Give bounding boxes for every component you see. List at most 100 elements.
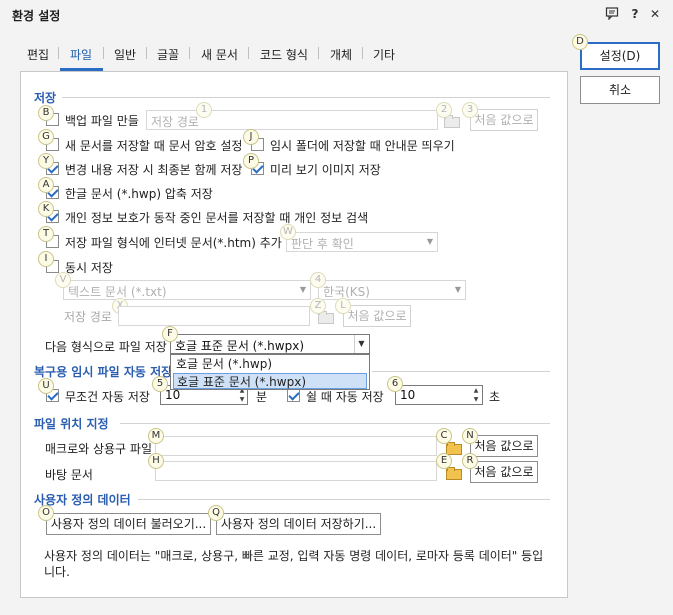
tab-file[interactable]: 파일 — [70, 46, 92, 63]
active-tab-indicator — [60, 68, 103, 71]
simul-default-button: 처음 값으로 — [343, 305, 411, 327]
title-bar — [0, 0, 673, 30]
key-hint: I — [38, 251, 54, 267]
minutes-unit: 분 — [256, 390, 268, 404]
key-hint: Y — [38, 153, 54, 169]
seconds-unit: 초 — [489, 390, 501, 404]
tab-font[interactable]: 글꼴 — [157, 46, 179, 63]
simul-save-label: 동시 저장 — [65, 261, 113, 275]
userdata-note: 사용자 정의 데이터는 "매크로, 상용구, 빠른 교정, 입력 자동 명령 데… — [44, 549, 544, 579]
folder-icon[interactable] — [446, 442, 462, 455]
key-hint: 4 — [310, 272, 326, 288]
close-icon[interactable]: ✕ — [647, 6, 663, 22]
ok-button[interactable]: 설정(D) — [580, 42, 660, 70]
divider — [372, 371, 550, 372]
key-hint: C — [436, 428, 452, 444]
key-hint: V — [55, 272, 71, 288]
background-doc-input — [155, 461, 437, 481]
key-hint: M — [148, 428, 164, 444]
tab-separator — [103, 47, 104, 59]
chevron-down-icon: ▼ — [426, 237, 434, 246]
key-hint: 6 — [387, 376, 403, 392]
macro-label: 매크로와 상용구 파일 — [45, 442, 152, 456]
key-hint: H — [148, 453, 164, 469]
final-save-label: 변경 내용 저장 시 최종본 함께 저장 — [65, 163, 243, 177]
save-userdata-button[interactable]: 사용자 정의 데이터 저장하기... — [216, 513, 381, 535]
background-doc-label: 바탕 문서 — [45, 468, 93, 482]
key-hint: J — [243, 129, 259, 145]
backup-default-button: 처음 값으로 — [470, 109, 538, 131]
section-save-title: 저장 — [34, 91, 57, 105]
background-default-button[interactable]: 처음 값으로 — [470, 461, 538, 483]
key-hint: A — [38, 177, 54, 193]
chevron-down-icon: ▼ — [299, 285, 307, 294]
comment-icon[interactable] — [604, 6, 620, 22]
dropdown-option-selected[interactable]: 호글 표준 문서 (*.hwpx) — [173, 373, 367, 389]
tab-separator — [362, 47, 363, 59]
key-hint: 2 — [436, 102, 452, 118]
compress-label: 한글 문서 (*.hwp) 압축 저장 — [65, 187, 213, 201]
key-hint: 5 — [152, 376, 168, 392]
divider — [62, 97, 550, 98]
tab-object[interactable]: 개체 — [330, 46, 352, 63]
section-location-title: 파일 위치 지정 — [34, 417, 109, 431]
tab-separator — [58, 47, 59, 59]
internet-doc-label: 저장 파일 형식에 인터넷 문서(*.htm) 추가 — [65, 236, 282, 250]
folder-icon[interactable] — [446, 467, 462, 480]
key-hint: B — [38, 105, 54, 121]
simul-path-label: 저장 경로 — [64, 310, 112, 324]
encrypt-label: 새 문서를 저장할 때 문서 암호 설정 — [65, 139, 243, 153]
chevron-down-icon: ▼ — [454, 285, 462, 294]
key-hint: N — [462, 428, 478, 444]
tab-separator — [248, 47, 249, 59]
idle-save-label: 쉴 때 자동 저장 — [306, 390, 384, 404]
tab-general[interactable]: 일반 — [114, 46, 136, 63]
spinner[interactable]: ▲ ▼ — [470, 386, 482, 404]
format-dropdown-list[interactable]: 호글 문서 (*.hwp) 호글 표준 문서 (*.hwpx) — [170, 354, 370, 390]
window-title: 환경 설정 — [12, 9, 61, 23]
key-hint: R — [462, 453, 478, 469]
tab-etc[interactable]: 기타 — [373, 46, 395, 63]
key-hint: 3 — [462, 102, 478, 118]
tab-separator — [146, 47, 147, 59]
key-hint: K — [38, 201, 54, 217]
key-hint: G — [38, 129, 54, 145]
dropdown-option[interactable]: 호글 문서 (*.hwp) — [173, 356, 367, 372]
tab-new-document[interactable]: 새 문서 — [201, 46, 238, 63]
tab-separator — [189, 47, 190, 59]
backup-path-input: 저장 경로 — [146, 110, 438, 130]
chevron-down-icon[interactable]: ▼ — [354, 335, 368, 353]
divider — [138, 499, 550, 500]
simul-code-combo: 한국(KS) — [318, 280, 466, 300]
macro-path-input — [155, 436, 437, 456]
key-hint: D — [572, 34, 588, 50]
help-icon[interactable]: ? — [627, 6, 643, 22]
tab-edit[interactable]: 편집 — [27, 46, 49, 63]
key-hint: Q — [208, 505, 224, 521]
key-hint: W — [280, 224, 296, 240]
next-format-combo[interactable]: 호글 표준 문서 (*.hwpx) — [170, 334, 370, 354]
backup-label: 백업 파일 만들 — [65, 114, 139, 128]
divider — [120, 423, 550, 424]
macro-default-button[interactable]: 처음 값으로 — [470, 435, 538, 457]
tab-code-format[interactable]: 코드 형식 — [260, 46, 308, 63]
key-hint: F — [162, 326, 178, 342]
cancel-button[interactable]: 취소 — [580, 76, 660, 104]
key-hint: L — [335, 298, 351, 314]
key-hint: P — [243, 153, 259, 169]
privacy-label: 개인 정보 보호가 동작 중인 문서를 저장할 때 개인 정보 검색 — [65, 211, 369, 225]
key-hint: T — [38, 226, 54, 242]
autosave-label: 무조건 자동 저장 — [65, 390, 150, 404]
section-autosave-title: 복구용 임시 파일 자동 저장 — [34, 365, 173, 379]
load-userdata-button[interactable]: 사용자 정의 데이터 불러오기... — [46, 513, 211, 535]
temp-notice-label: 임시 폴더에 저장할 때 안내문 띄우기 — [270, 139, 455, 153]
key-hint: E — [436, 453, 452, 469]
key-hint: O — [38, 505, 54, 521]
key-hint: Z — [310, 298, 326, 314]
tab-separator — [318, 47, 319, 59]
preview-label: 미리 보기 이미지 저장 — [270, 163, 381, 177]
internet-doc-combo: 판단 후 확인 — [286, 232, 438, 252]
idle-save-checkbox[interactable] — [287, 389, 300, 402]
key-hint: 1 — [196, 102, 212, 118]
key-hint: U — [38, 378, 54, 394]
